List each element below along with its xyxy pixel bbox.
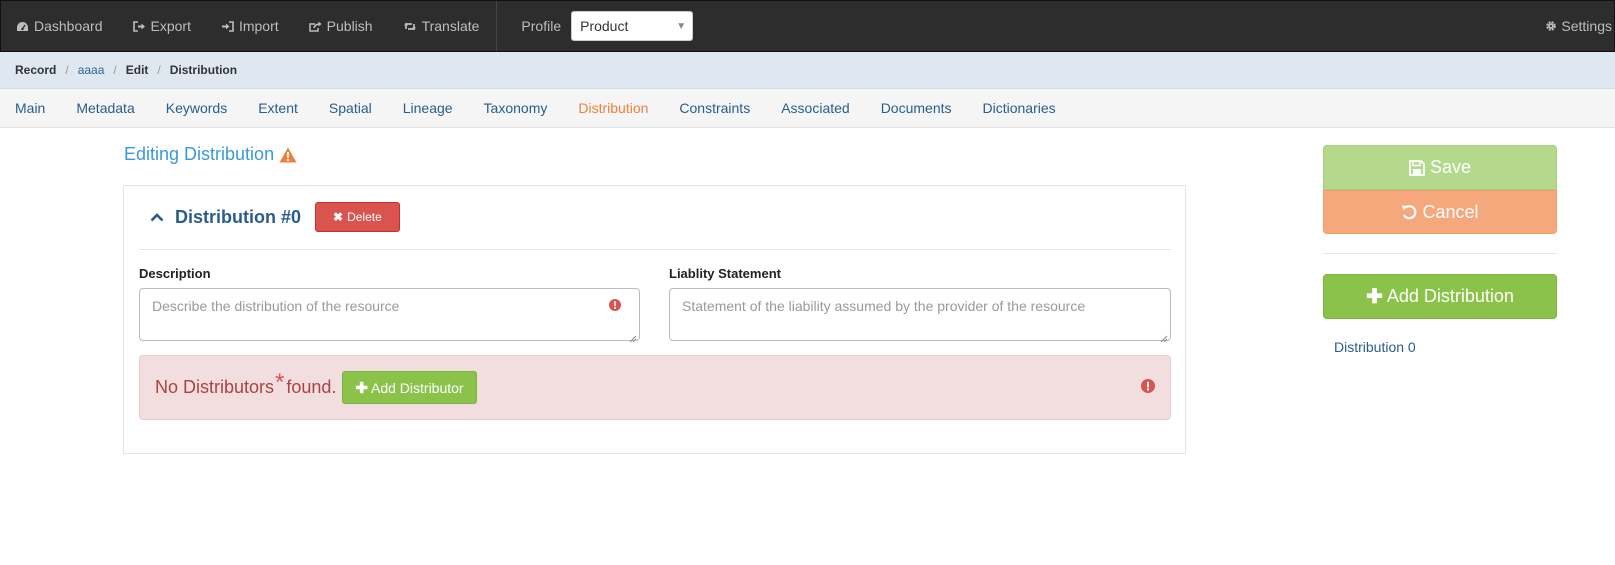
gear-icon xyxy=(1545,20,1557,32)
tab-lineage[interactable]: Lineage xyxy=(403,100,453,116)
floppy-disk-icon xyxy=(1409,159,1425,176)
add-distributor-label: Add Distributor xyxy=(371,379,464,396)
cancel-button-label: Cancel xyxy=(1422,201,1479,222)
nav-divider xyxy=(496,1,498,51)
nav-export-label: Export xyxy=(150,18,191,34)
distribution-panel: Distribution #0 ✖ Delete Description Des… xyxy=(123,185,1186,454)
tab-associated[interactable]: Associated xyxy=(781,100,849,116)
breadcrumb: Record / aaaa / Edit / Distribution xyxy=(0,52,1615,89)
save-button[interactable]: Save xyxy=(1323,145,1557,190)
tab-distribution[interactable]: Distribution xyxy=(578,100,648,116)
distribution-title: Distribution #0 xyxy=(175,207,302,227)
liability-label: Liablity Statement xyxy=(669,266,781,281)
distribution-panel-header: Distribution #0 ✖ Delete xyxy=(139,202,1171,250)
retweet-icon xyxy=(403,21,417,32)
warning-icon xyxy=(279,147,297,163)
breadcrumb-separator: / xyxy=(65,63,69,77)
page-title: Editing Distribution xyxy=(124,144,297,165)
cancel-button[interactable]: Cancel xyxy=(1323,190,1557,234)
breadcrumb-record-link[interactable]: aaaa xyxy=(78,63,105,77)
caret-down-icon: ▼ xyxy=(676,20,687,32)
tab-extent[interactable]: Extent xyxy=(258,100,298,116)
error-icon xyxy=(609,299,621,311)
tab-taxonomy[interactable]: Taxonomy xyxy=(484,100,548,116)
plus-icon: ✚ xyxy=(355,379,368,397)
nav-dashboard[interactable]: Dashboard xyxy=(1,1,118,51)
resize-handle-icon[interactable] xyxy=(629,330,637,343)
nav-settings-label: Settings xyxy=(1561,18,1612,34)
alert-suffix: found. xyxy=(286,377,337,397)
tab-dictionaries[interactable]: Dictionaries xyxy=(983,100,1056,116)
share-icon xyxy=(308,21,322,32)
page-title-text: Editing Distribution xyxy=(124,144,275,164)
undo-icon xyxy=(1401,204,1417,220)
tab-spatial[interactable]: Spatial xyxy=(329,100,372,116)
sidebar-distribution-link[interactable]: Distribution 0 xyxy=(1334,339,1416,355)
dashboard-icon xyxy=(16,21,29,32)
liability-textarea[interactable]: Statement of the liability assumed by th… xyxy=(669,288,1171,343)
chevron-up-icon[interactable] xyxy=(147,202,167,232)
nav-publish[interactable]: Publish xyxy=(294,1,388,51)
plus-icon: ✚ xyxy=(1366,286,1383,308)
no-distributors-alert: No Distributors * found. ✚ Add Distribut… xyxy=(139,355,1171,420)
breadcrumb-separator: / xyxy=(113,63,117,77)
breadcrumb-current: Distribution xyxy=(169,63,238,77)
profile-select[interactable]: Product ▼ xyxy=(571,11,694,41)
liability-placeholder: Statement of the liability assumed by th… xyxy=(682,298,1086,314)
profile-label: Profile xyxy=(521,18,562,34)
add-distribution-button[interactable]: ✚ Add Distribution xyxy=(1323,274,1557,319)
top-navbar: Dashboard Export Import Publish Translat… xyxy=(0,0,1615,52)
nav-settings[interactable]: Settings xyxy=(1545,1,1614,51)
delete-button-label: Delete xyxy=(347,210,382,224)
nav-translate[interactable]: Translate xyxy=(388,1,495,51)
sign-in-icon xyxy=(221,20,234,32)
breadcrumb-record: Record xyxy=(15,63,57,77)
error-icon xyxy=(1141,379,1155,393)
alert-message: No Distributors * found. xyxy=(155,369,337,402)
tab-documents[interactable]: Documents xyxy=(881,100,952,116)
tab-constraints[interactable]: Constraints xyxy=(679,100,750,116)
required-asterisk: * xyxy=(275,368,285,396)
delete-button[interactable]: ✖ Delete xyxy=(315,202,400,232)
save-button-label: Save xyxy=(1429,157,1472,177)
resize-handle-icon[interactable] xyxy=(1160,330,1168,343)
add-distributor-button[interactable]: ✚ Add Distributor xyxy=(342,371,477,404)
close-icon: ✖ xyxy=(333,210,344,224)
description-textarea[interactable]: Describe the distribution of the resourc… xyxy=(139,288,640,343)
nav-import[interactable]: Import xyxy=(206,1,294,51)
nav-export[interactable]: Export xyxy=(118,1,206,51)
add-distribution-label: Add Distribution xyxy=(1386,286,1514,306)
description-label: Description xyxy=(139,266,211,281)
nav-translate-label: Translate xyxy=(421,18,480,34)
alert-prefix: No Distributors xyxy=(155,377,275,397)
breadcrumb-edit: Edit xyxy=(125,63,149,77)
sign-out-icon xyxy=(132,20,146,32)
tab-keywords[interactable]: Keywords xyxy=(166,100,227,116)
nav-import-label: Import xyxy=(238,18,279,34)
nav-dashboard-label: Dashboard xyxy=(34,18,103,34)
description-placeholder: Describe the distribution of the resourc… xyxy=(152,298,400,314)
section-tabs: Main Metadata Keywords Extent Spatial Li… xyxy=(0,89,1615,128)
breadcrumb-separator: / xyxy=(157,63,161,77)
profile-select-value: Product xyxy=(580,18,629,34)
tab-main[interactable]: Main xyxy=(15,100,45,116)
sidebar-divider xyxy=(1323,253,1557,254)
tab-metadata[interactable]: Metadata xyxy=(76,100,134,116)
nav-publish-label: Publish xyxy=(326,18,373,34)
